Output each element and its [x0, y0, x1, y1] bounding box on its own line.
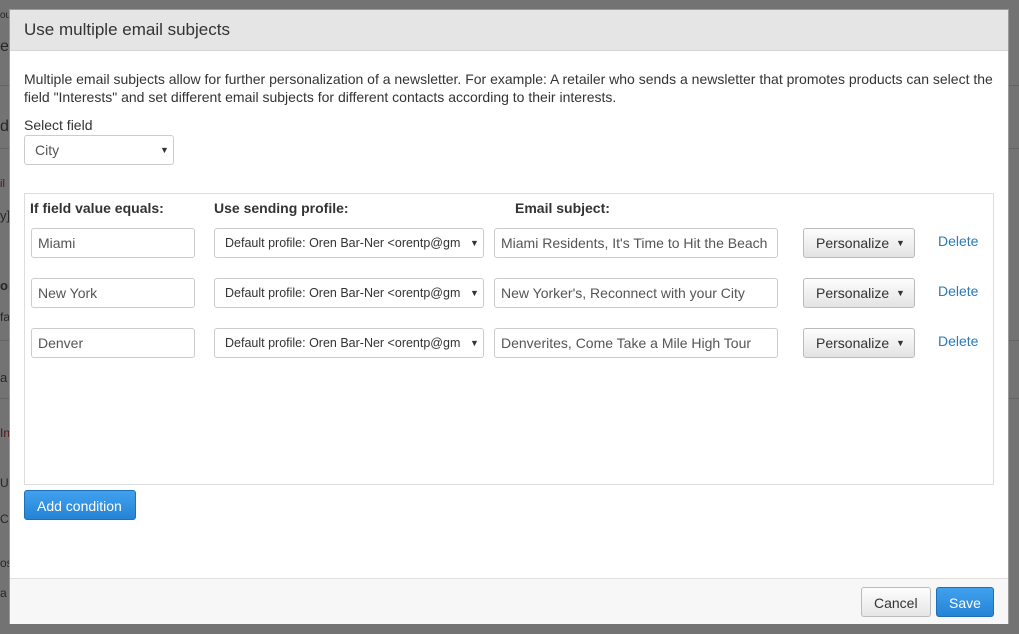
sending-profile-select[interactable]: Default profile: Oren Bar-Ner <orentp@gm… [214, 328, 484, 358]
save-button[interactable]: Save [936, 587, 994, 617]
caret-down-icon: ▼ [896, 338, 905, 348]
caret-down-icon: ▼ [896, 288, 905, 298]
field-value-input[interactable]: Denver [31, 328, 195, 358]
email-subject-text: Miami Residents, It's Time to Hit the Be… [501, 235, 768, 251]
personalize-button[interactable]: Personalize ▼ [803, 328, 915, 358]
field-value-text: New York [38, 285, 98, 301]
caret-down-icon: ▼ [160, 145, 169, 155]
field-select-dropdown[interactable]: City ▼ [24, 135, 174, 165]
personalize-label: Personalize [816, 285, 890, 301]
field-value-input[interactable]: Miami [31, 228, 195, 258]
condition-row: New York Default profile: Oren Bar-Ner <… [10, 278, 1008, 310]
select-field-label: Select field [24, 117, 93, 133]
personalize-label: Personalize [816, 235, 890, 251]
delete-condition-link[interactable]: Delete [938, 333, 978, 349]
sending-profile-value: Default profile: Oren Bar-Ner <orentp@gm… [225, 336, 461, 350]
field-select-value: City [35, 142, 60, 158]
caret-down-icon: ▼ [470, 238, 479, 248]
column-header-sending-profile: Use sending profile: [214, 200, 349, 216]
personalize-label: Personalize [816, 335, 890, 351]
caret-down-icon: ▼ [470, 288, 479, 298]
delete-condition-link[interactable]: Delete [938, 233, 978, 249]
cancel-button[interactable]: Cancel [861, 587, 931, 617]
email-subject-text: Denverites, Come Take a Mile High Tour [501, 335, 752, 351]
caret-down-icon: ▼ [470, 338, 479, 348]
email-subject-text: New Yorker's, Reconnect with your City [501, 285, 745, 301]
email-subject-input[interactable]: Miami Residents, It's Time to Hit the Be… [494, 228, 778, 258]
save-label: Save [949, 595, 981, 611]
condition-row: Denver Default profile: Oren Bar-Ner <or… [10, 328, 1008, 360]
add-condition-button[interactable]: Add condition [24, 490, 136, 520]
delete-condition-link[interactable]: Delete [938, 283, 978, 299]
field-value-text: Miami [38, 235, 76, 251]
field-value-input[interactable]: New York [31, 278, 195, 308]
dialog-header: Use multiple email subjects [10, 10, 1008, 51]
personalize-button[interactable]: Personalize ▼ [803, 228, 915, 258]
condition-row: Miami Default profile: Oren Bar-Ner <ore… [10, 228, 1008, 260]
sending-profile-select[interactable]: Default profile: Oren Bar-Ner <orentp@gm… [214, 228, 484, 258]
email-subject-input[interactable]: New Yorker's, Reconnect with your City [494, 278, 778, 308]
column-header-field-value: If field value equals: [30, 200, 164, 216]
add-condition-label: Add condition [37, 498, 122, 514]
caret-down-icon: ▼ [896, 238, 905, 248]
sending-profile-value: Default profile: Oren Bar-Ner <orentp@gm… [225, 286, 461, 300]
email-subject-input[interactable]: Denverites, Come Take a Mile High Tour [494, 328, 778, 358]
dialog-description: Multiple email subjects allow for furthe… [24, 71, 993, 105]
personalize-button[interactable]: Personalize ▼ [803, 278, 915, 308]
multiple-subjects-dialog: Use multiple email subjects Multiple ema… [9, 9, 1009, 624]
dialog-title: Use multiple email subjects [24, 20, 230, 39]
cancel-label: Cancel [874, 595, 918, 611]
dialog-footer: Cancel Save [10, 578, 1008, 624]
sending-profile-select[interactable]: Default profile: Oren Bar-Ner <orentp@gm… [214, 278, 484, 308]
column-header-email-subject: Email subject: [515, 200, 610, 216]
field-value-text: Denver [38, 335, 84, 351]
sending-profile-value: Default profile: Oren Bar-Ner <orentp@gm… [225, 236, 461, 250]
